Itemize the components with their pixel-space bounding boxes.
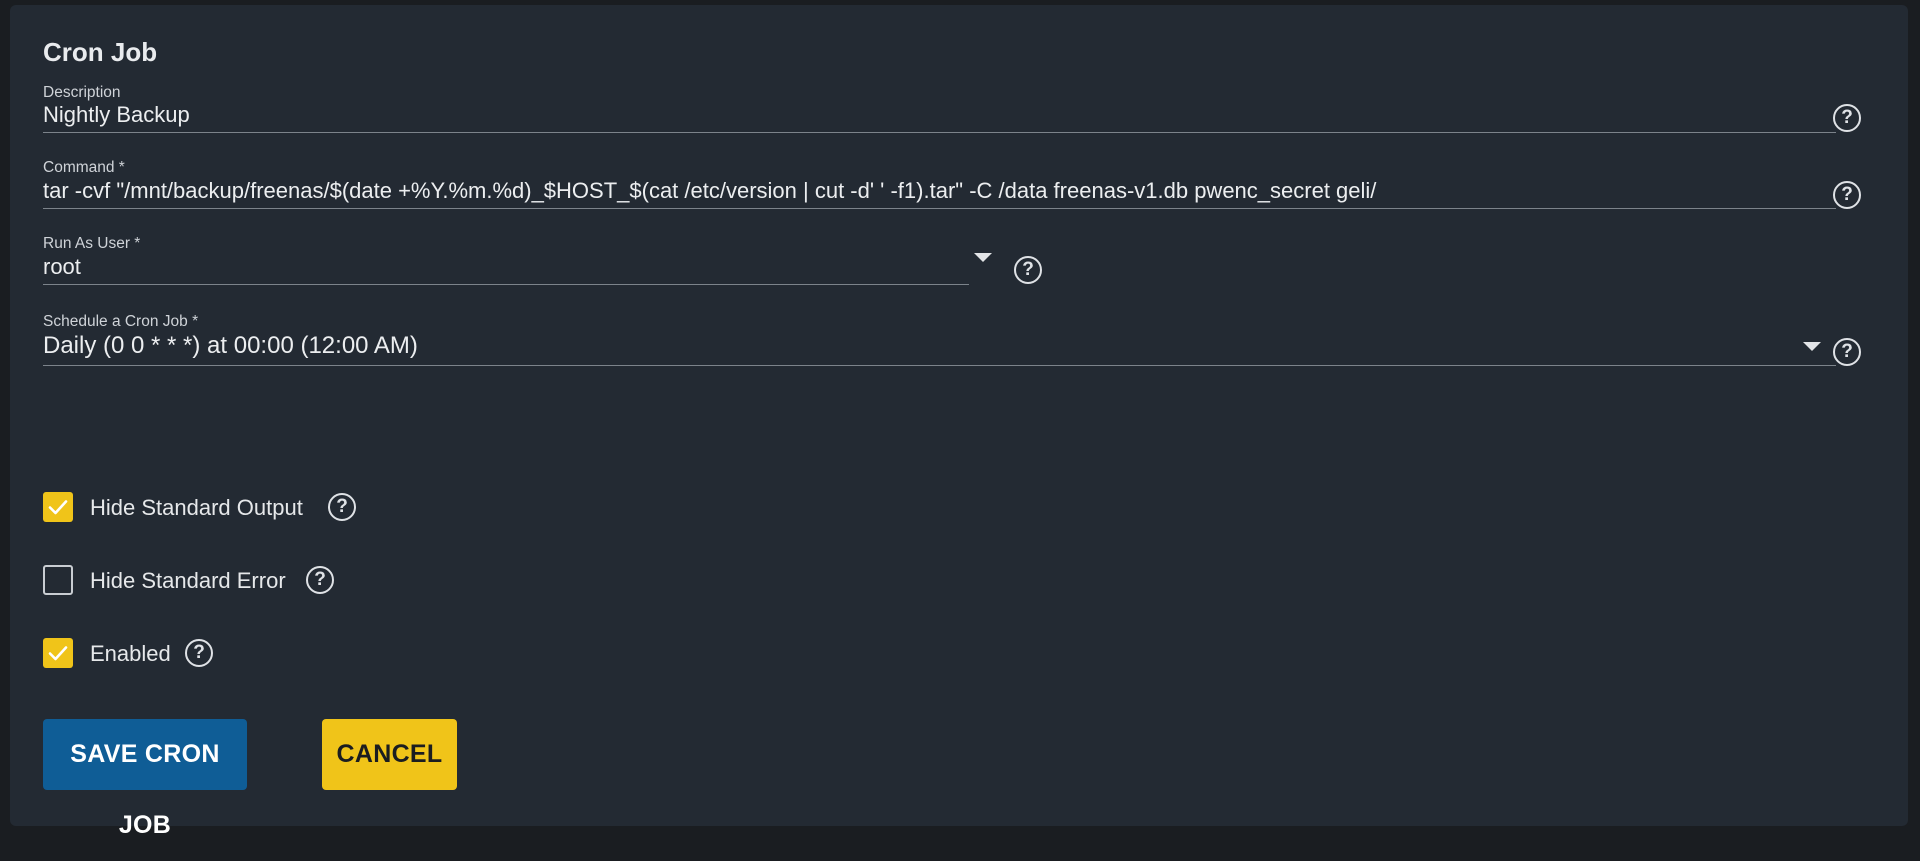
checkmark-icon (48, 646, 68, 661)
description-label: Description (43, 84, 121, 101)
save-cron-job-button[interactable]: SAVE CRON JOB (43, 719, 247, 839)
enabled-help-icon[interactable]: ? (185, 639, 213, 667)
run-as-user-select[interactable]: root (43, 254, 81, 280)
hide-stderr-label: Hide Standard Error (90, 568, 286, 593)
hide-stdout-label: Hide Standard Output (90, 495, 303, 520)
checkmark-icon (48, 500, 68, 515)
hide-stderr-help-icon[interactable]: ? (306, 566, 334, 594)
cron-job-form-card: Cron Job Description Nightly Backup ? Co… (10, 5, 1908, 839)
caret-down-icon[interactable] (1803, 342, 1821, 351)
schedule-select[interactable]: Daily (0 0 * * *) at 00:00 (12:00 AM) (43, 332, 418, 360)
enabled-label: Enabled (90, 641, 171, 666)
schedule-label: Schedule a Cron Job * (43, 313, 199, 330)
run-as-user-help-icon[interactable]: ? (1014, 256, 1042, 284)
command-help-icon[interactable]: ? (1833, 181, 1861, 209)
run-as-user-label: Run As User * (43, 235, 141, 252)
page-title: Cron Job (43, 37, 158, 67)
schedule-help-icon[interactable]: ? (1833, 338, 1861, 366)
caret-down-icon[interactable] (974, 253, 992, 262)
schedule-underline (43, 365, 1836, 366)
run-as-user-underline (43, 284, 969, 285)
hide-stderr-checkbox[interactable] (43, 565, 73, 595)
command-underline (43, 208, 1836, 209)
hide-stdout-checkbox[interactable] (43, 492, 73, 522)
command-input[interactable]: tar -cvf "/mnt/backup/freenas/$(date +%Y… (43, 178, 1376, 204)
cancel-button[interactable]: CANCEL (322, 719, 457, 790)
description-underline (43, 132, 1836, 133)
command-label: Command * (43, 159, 125, 176)
enabled-checkbox[interactable] (43, 638, 73, 668)
hide-stdout-help-icon[interactable]: ? (328, 493, 356, 521)
description-help-icon[interactable]: ? (1833, 104, 1861, 132)
description-input[interactable]: Nightly Backup (43, 102, 190, 128)
